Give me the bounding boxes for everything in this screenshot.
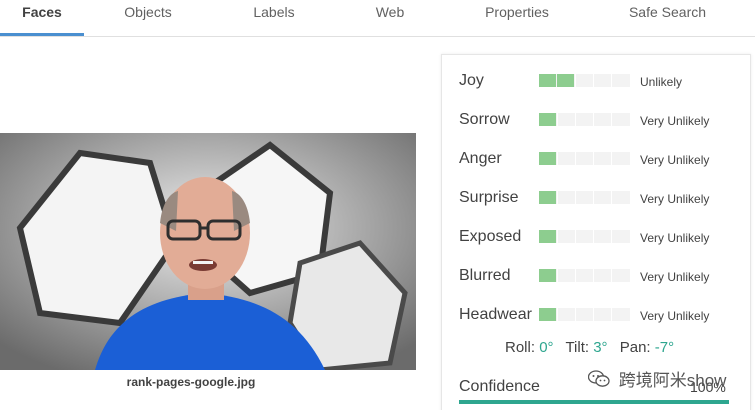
attribute-label: Joy (459, 72, 484, 89)
likelihood-segment (539, 230, 556, 243)
likelihood-segment (593, 113, 610, 126)
attribute-label: Blurred (459, 267, 511, 284)
likelihood-segment (611, 74, 628, 87)
likelihood-segment (557, 74, 574, 87)
likelihood-segment (611, 269, 628, 282)
tab-properties[interactable]: Properties (472, 0, 562, 37)
watermark: 跨境阿米show (587, 366, 727, 390)
tab-faces[interactable]: Faces (0, 0, 84, 37)
attribute-row-headwear: Headwear Very Unlikely (459, 304, 749, 326)
likelihood-bar (539, 191, 630, 204)
wechat-icon (587, 370, 610, 393)
attribute-row-surprise: Surprise Very Unlikely (459, 187, 749, 209)
face-photo (0, 133, 416, 370)
likelihood-segment (611, 113, 628, 126)
likelihood-bar (539, 113, 630, 126)
likelihood-segment (575, 113, 592, 126)
likelihood-segment (575, 269, 592, 282)
attribute-label: Surprise (459, 189, 519, 206)
likelihood-segment (539, 113, 556, 126)
likelihood-value: Unlikely (640, 75, 683, 89)
confidence-bar (459, 400, 729, 404)
attribute-label: Anger (459, 150, 502, 167)
likelihood-segment (539, 269, 556, 282)
likelihood-segment (575, 74, 592, 87)
likelihood-segment (539, 308, 556, 321)
tilt-label: Tilt: (565, 339, 590, 356)
tab-objects[interactable]: Objects (108, 0, 188, 37)
likelihood-segment (611, 191, 628, 204)
likelihood-segment (611, 152, 628, 165)
tab-bar: Faces Objects Labels Web Properties Safe… (0, 0, 755, 37)
face-angles: Roll: 0° Tilt: 3° Pan: -7° (505, 339, 674, 356)
attribute-row-blurred: Blurred Very Unlikely (459, 265, 749, 287)
likelihood-bar (539, 74, 630, 87)
face-attributes-card: Joy Unlikely Sorrow Very Unlikely Anger Very … (441, 54, 751, 410)
likelihood-segment (539, 191, 556, 204)
likelihood-value: Very Unlikely (640, 231, 710, 245)
tab-safe-search[interactable]: Safe Search (620, 0, 715, 37)
likelihood-segment (593, 269, 610, 282)
likelihood-bar (539, 152, 630, 165)
likelihood-segment (575, 230, 592, 243)
confidence-label: Confidence (459, 378, 540, 395)
likelihood-segment (611, 308, 628, 321)
active-tab-indicator (0, 33, 84, 36)
pan-value: -7° (654, 339, 675, 356)
roll-value: 0° (539, 339, 554, 356)
likelihood-segment (611, 230, 628, 243)
likelihood-segment (593, 152, 610, 165)
likelihood-segment (575, 308, 592, 321)
attribute-row-anger: Anger Very Unlikely (459, 148, 749, 170)
attribute-label: Exposed (459, 228, 522, 245)
likelihood-bar (539, 269, 630, 282)
likelihood-segment (557, 152, 574, 165)
likelihood-bar (539, 230, 630, 243)
likelihood-segment (539, 74, 556, 87)
watermark-text: 跨境阿米show (618, 371, 727, 390)
image-filename: rank-pages-google.jpg (126, 375, 256, 389)
likelihood-segment (593, 74, 610, 87)
likelihood-segment (539, 152, 556, 165)
roll-label: Roll: (505, 339, 536, 356)
likelihood-value: Very Unlikely (640, 192, 710, 206)
likelihood-bar (539, 308, 630, 321)
tilt-value: 3° (593, 339, 608, 356)
likelihood-segment (593, 191, 610, 204)
attribute-row-sorrow: Sorrow Very Unlikely (459, 109, 749, 131)
pan-label: Pan: (619, 339, 651, 356)
likelihood-segment (557, 308, 574, 321)
attribute-label: Sorrow (459, 111, 510, 128)
attribute-row-exposed: Exposed Very Unlikely (459, 226, 749, 248)
likelihood-segment (575, 152, 592, 165)
tab-labels[interactable]: Labels (234, 0, 314, 37)
likelihood-segment (557, 191, 574, 204)
likelihood-segment (557, 269, 574, 282)
attribute-row-joy: Joy Unlikely (459, 70, 749, 92)
likelihood-value: Very Unlikely (640, 114, 710, 128)
likelihood-segment (575, 191, 592, 204)
likelihood-segment (557, 113, 574, 126)
likelihood-value: Very Unlikely (640, 309, 710, 323)
likelihood-segment (593, 308, 610, 321)
likelihood-segment (593, 230, 610, 243)
attribute-label: Headwear (459, 306, 532, 323)
likelihood-value: Very Unlikely (640, 153, 710, 167)
likelihood-segment (557, 230, 574, 243)
tab-web[interactable]: Web (355, 0, 425, 37)
likelihood-value: Very Unlikely (640, 270, 710, 284)
